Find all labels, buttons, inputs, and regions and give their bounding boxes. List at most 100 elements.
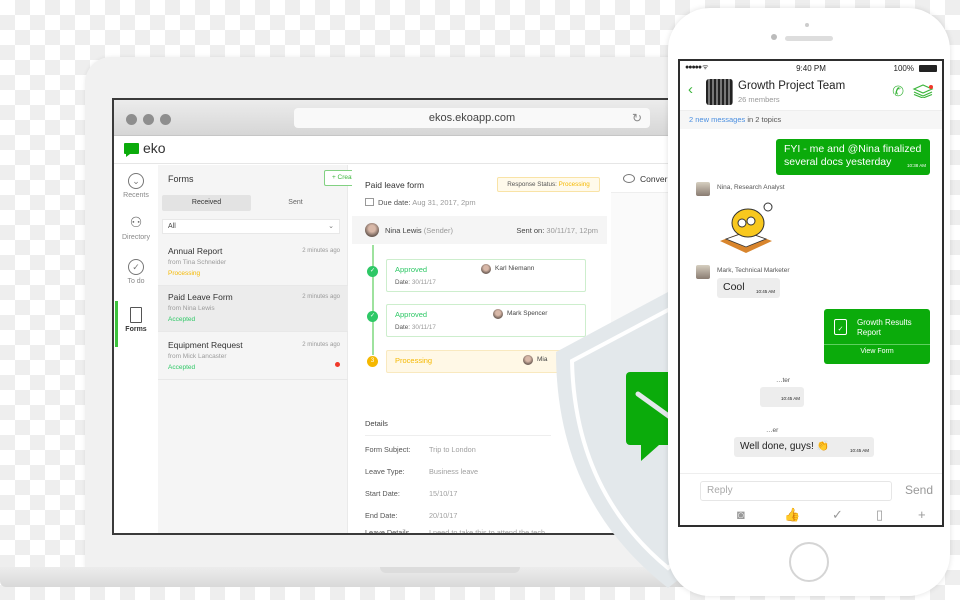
- url-text: ekos.ekoapp.com: [428, 112, 516, 124]
- sticker-image: [716, 201, 778, 255]
- sender-name: Nina Lewis (Sender): [385, 226, 453, 235]
- reply-input[interactable]: Reply: [700, 481, 892, 501]
- outgoing-message: FYI - me and @Nina finalized several doc…: [776, 139, 930, 175]
- send-button[interactable]: Send: [905, 483, 933, 497]
- window-zoom-dot[interactable]: [160, 114, 171, 125]
- back-icon[interactable]: ‹: [688, 81, 693, 98]
- step-date: Date: 30/11/17: [395, 324, 436, 331]
- camera-icon[interactable]: ◙: [737, 507, 745, 522]
- message-author: Mark, Technical Marketer: [717, 267, 790, 274]
- forms-title: Forms: [168, 174, 194, 184]
- form-sender: from Nina Lewis: [168, 305, 215, 312]
- incoming-message: Cool 10:45 AM: [717, 278, 780, 298]
- form-time: 2 minutes ago: [302, 248, 340, 254]
- logo-text: eko: [143, 140, 166, 156]
- approver-avatar: [493, 309, 503, 319]
- eko-logo-icon: [124, 143, 139, 157]
- form-sender: from Mick Lancaster: [168, 353, 227, 360]
- message-text: Well done, guys! 👏: [740, 441, 829, 452]
- topics-layers-icon[interactable]: [912, 84, 934, 98]
- window-minimize-dot[interactable]: [143, 114, 154, 125]
- thumbs-up-icon[interactable]: 👍: [784, 507, 800, 523]
- people-icon: ⚇: [129, 214, 143, 230]
- message-author: …ter: [776, 377, 791, 384]
- window-close-dot[interactable]: [126, 114, 137, 125]
- form-check-icon: ✓: [834, 319, 847, 335]
- due-label: Due date:: [378, 198, 411, 207]
- step-status: Processing: [395, 356, 433, 365]
- field-value: I need to take this to attend the tech c…: [429, 528, 546, 535]
- filter-value: All: [168, 223, 176, 230]
- form-status: Processing: [168, 270, 201, 277]
- message-author: …er: [766, 427, 779, 434]
- response-status-value: Processing: [558, 181, 590, 188]
- reload-icon[interactable]: ↻: [632, 108, 642, 128]
- home-button[interactable]: [789, 542, 829, 582]
- step-status: Approved: [395, 265, 428, 274]
- nav-item-todo[interactable]: ✓ To do: [114, 259, 158, 285]
- form-sender: from Tina Schneider: [168, 259, 227, 266]
- due-date: Due date: Aug 31, 2017, 2pm: [365, 198, 476, 207]
- divider: [824, 344, 930, 345]
- field-label: End Date:: [365, 511, 398, 520]
- view-form-button[interactable]: View Form: [824, 348, 930, 355]
- filter-select[interactable]: All ⌄: [162, 219, 340, 234]
- message-author: Nina, Research Analyst: [717, 184, 785, 191]
- group-avatar[interactable]: [706, 79, 733, 105]
- step-person: Mia: [523, 355, 547, 365]
- battery-percent: 100%: [893, 64, 914, 73]
- group-members: 26 members: [738, 95, 780, 104]
- phone-speaker: [785, 36, 833, 41]
- form-message-card[interactable]: ✓ Growth Results Report View Form: [824, 309, 930, 364]
- phone-call-icon[interactable]: ✆: [892, 83, 904, 100]
- plus-icon[interactable]: +: [918, 507, 926, 522]
- nav-item-recents[interactable]: ⌄ Recents: [114, 173, 158, 199]
- phone-camera: [771, 34, 777, 40]
- incoming-message: 10:45 AM: [760, 387, 804, 407]
- browser-toolbar: ekos.ekoapp.com ↻: [114, 100, 692, 136]
- form-list-item[interactable]: Equipment Request 2 minutes ago from Mic…: [158, 334, 348, 380]
- field-label: Form Subject:: [365, 445, 411, 454]
- conversation-title: Conver: [640, 174, 668, 184]
- tab-received[interactable]: Received: [162, 195, 251, 211]
- form-detail-title: Paid leave form: [365, 180, 425, 190]
- group-name: Growth Project Team: [738, 80, 846, 92]
- nav-label: Forms: [125, 326, 147, 333]
- step-check-icon: ✓: [367, 266, 378, 277]
- step-check-icon: ✓: [367, 311, 378, 322]
- message-time: 10:38 AM: [906, 163, 926, 168]
- field-label: Leave Details (Please give a good reason…: [365, 528, 410, 535]
- step-number-icon: 3: [367, 356, 378, 367]
- phone-sensor: [805, 23, 809, 27]
- form-list-item[interactable]: Annual Report 2 minutes ago from Tina Sc…: [158, 240, 348, 286]
- details-heading: Details: [365, 419, 388, 428]
- clock-icon: ⌄: [128, 173, 144, 189]
- status-bar: ●●●●● ᯤ 9:40 PM 100%: [680, 61, 942, 75]
- approver-avatar: [481, 264, 491, 274]
- phone-screen: ●●●●● ᯤ 9:40 PM 100% ‹ Growth Project Te…: [678, 59, 944, 527]
- sender-avatar: [365, 223, 379, 237]
- response-status-label: Response Status:: [507, 181, 557, 188]
- timeline-line: [372, 245, 374, 355]
- battery-icon: [919, 65, 937, 72]
- message-time: 10:45 AM: [755, 289, 775, 294]
- nav-item-forms[interactable]: Forms: [114, 301, 158, 347]
- form-time: 2 minutes ago: [302, 294, 340, 300]
- laptop-notch: [380, 567, 520, 573]
- new-messages-banner[interactable]: 2 new messages in 2 topics: [680, 111, 942, 129]
- nav-item-directory[interactable]: ⚇ Directory: [114, 215, 158, 241]
- check-icon[interactable]: ✓: [832, 507, 843, 523]
- nav-label: To do: [127, 278, 145, 285]
- message-time: 10:45 AM: [849, 448, 869, 453]
- form-status: Accepted: [168, 364, 196, 371]
- tab-sent[interactable]: Sent: [251, 195, 340, 211]
- form-card-title: Growth Results Report: [857, 318, 912, 337]
- step-person: Mark Spencer: [493, 309, 547, 319]
- field-label: Leave Type:: [365, 467, 405, 476]
- field-label: Start Date:: [365, 489, 400, 498]
- new-messages-link[interactable]: 2 new messages: [689, 115, 745, 124]
- form-title: Paid Leave Form: [168, 292, 233, 302]
- form-list-item[interactable]: Paid Leave Form 2 minutes ago from Nina …: [158, 286, 348, 332]
- url-bar[interactable]: ekos.ekoapp.com ↻: [294, 108, 650, 128]
- document-icon[interactable]: ▯: [876, 507, 883, 523]
